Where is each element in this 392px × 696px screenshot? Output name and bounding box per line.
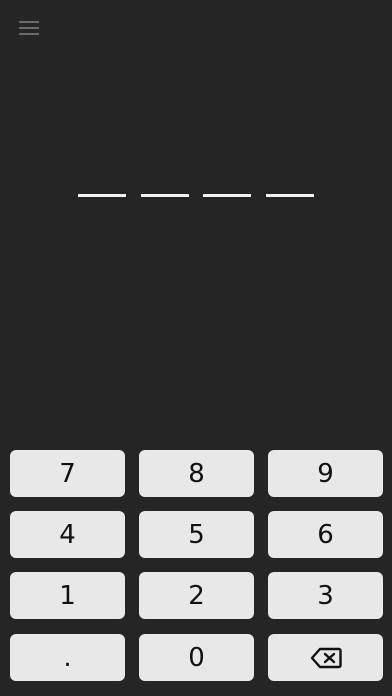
pin-display (0, 194, 392, 200)
key-5[interactable]: 5 (139, 511, 254, 558)
hamburger-menu-icon (19, 21, 39, 35)
pin-slot-3 (203, 194, 251, 197)
key-1[interactable]: 1 (10, 572, 125, 619)
pin-slot-2 (141, 194, 189, 197)
menu-button[interactable] (14, 15, 44, 41)
pin-slot-1 (78, 194, 126, 197)
key-0[interactable]: 0 (139, 634, 254, 681)
key-9[interactable]: 9 (268, 450, 383, 497)
backspace-icon (310, 647, 342, 668)
backspace-button[interactable] (268, 634, 383, 681)
pin-slot-4 (266, 194, 314, 197)
key-decimal[interactable]: . (10, 634, 125, 681)
key-4[interactable]: 4 (10, 511, 125, 558)
key-3[interactable]: 3 (268, 572, 383, 619)
key-6[interactable]: 6 (268, 511, 383, 558)
key-2[interactable]: 2 (139, 572, 254, 619)
key-8[interactable]: 8 (139, 450, 254, 497)
key-7[interactable]: 7 (10, 450, 125, 497)
